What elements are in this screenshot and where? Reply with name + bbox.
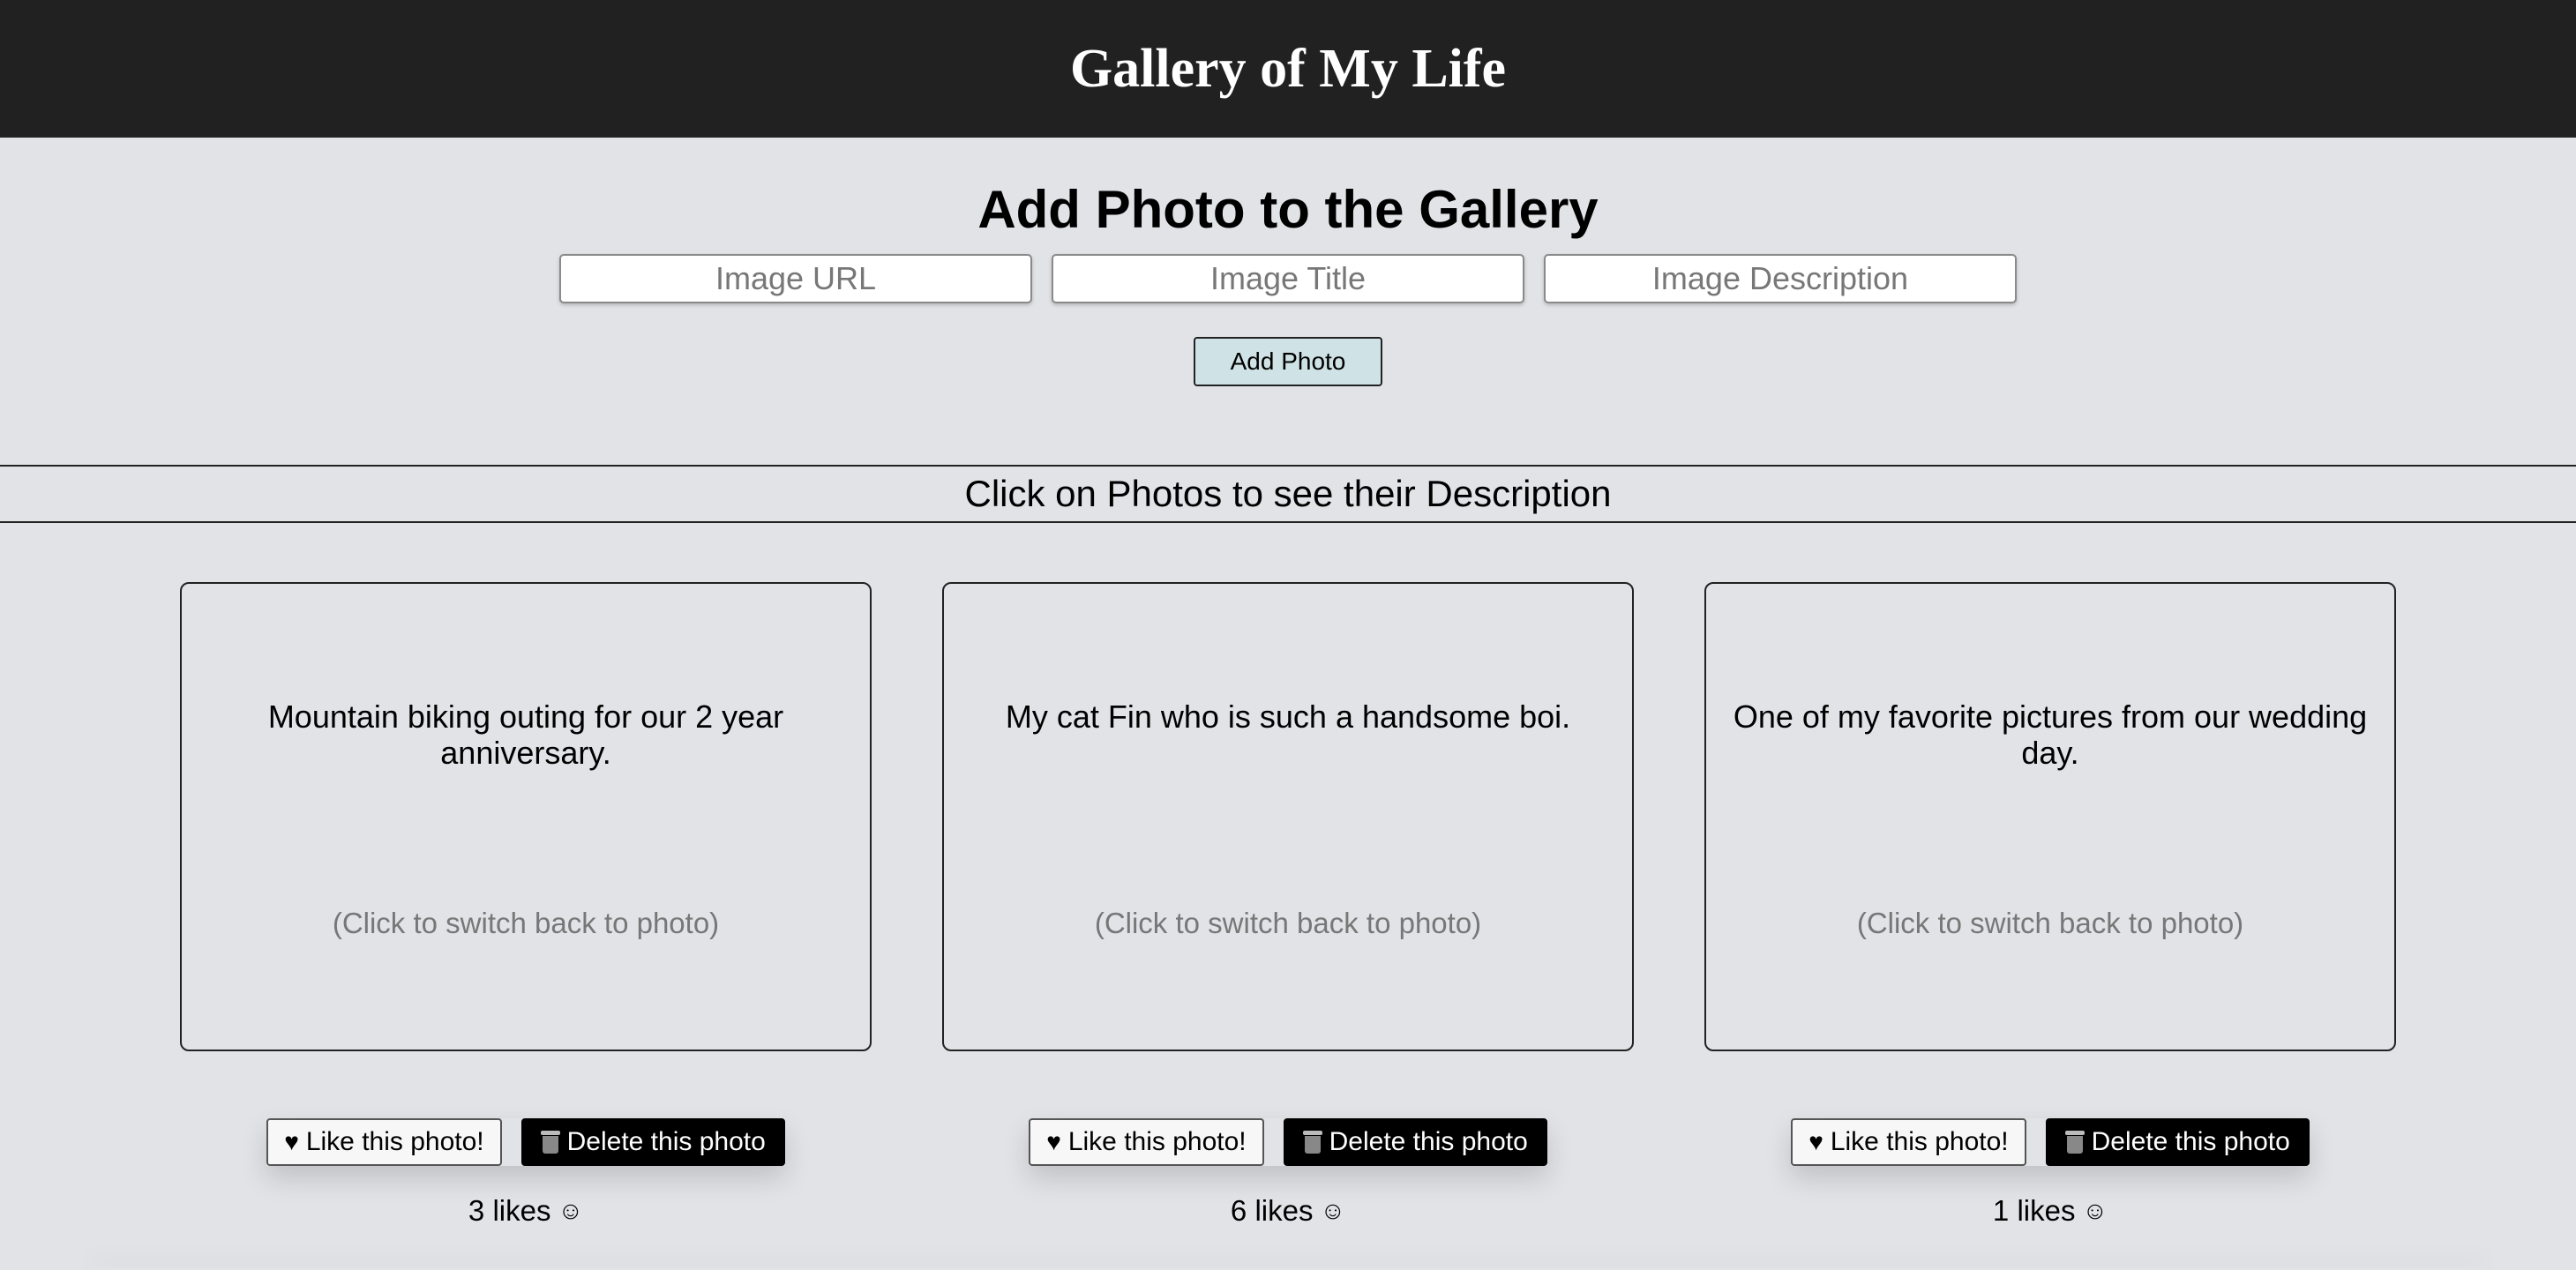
like-count-text: 3 likes xyxy=(468,1194,551,1227)
trash-icon xyxy=(540,1131,560,1154)
photo-item: Mountain biking outing for our 2 year an… xyxy=(180,582,872,1228)
page-title: Gallery of My Life xyxy=(1069,38,1507,99)
like-button[interactable]: ♥ Like this photo! xyxy=(1791,1118,2026,1166)
like-button[interactable]: ♥ Like this photo! xyxy=(266,1118,502,1166)
delete-button-label: Delete this photo xyxy=(566,1127,766,1156)
input-row xyxy=(0,254,2576,303)
image-title-input[interactable] xyxy=(1052,254,1524,303)
site-header: Gallery of My Life xyxy=(0,0,2576,138)
photo-card[interactable]: One of my favorite pictures from our wed… xyxy=(1704,582,2396,1051)
photo-actions: ♥ Like this photo! Delete this photo xyxy=(1029,1118,1547,1166)
heart-icon: ♥ xyxy=(1046,1128,1061,1155)
add-photo-form: Add Photo to the Gallery Add Photo xyxy=(0,138,2576,386)
photo-description: My cat Fin who is such a handsome boi. xyxy=(1005,698,1571,735)
photo-description: Mountain biking outing for our 2 year an… xyxy=(267,698,784,771)
like-count: 3 likes ☺ xyxy=(468,1194,583,1228)
like-button-label: Like this photo! xyxy=(305,1127,484,1156)
like-button-label: Like this photo! xyxy=(1830,1127,2009,1156)
like-count-text: 1 likes xyxy=(1992,1194,2076,1227)
like-button-label: Like this photo! xyxy=(1067,1127,1247,1156)
photo-item: One of my favorite pictures from our wed… xyxy=(1704,582,2396,1228)
photo-card[interactable]: Mountain biking outing for our 2 year an… xyxy=(180,582,872,1051)
photo-actions: ♥ Like this photo! Delete this photo xyxy=(266,1118,785,1166)
add-photo-button[interactable]: Add Photo xyxy=(1194,337,1382,386)
like-button[interactable]: ♥ Like this photo! xyxy=(1029,1118,1264,1166)
photo-description: One of my favorite pictures from our wed… xyxy=(1733,698,2368,771)
heart-icon: ♥ xyxy=(1808,1128,1823,1155)
switch-back-hint: (Click to switch back to photo) xyxy=(332,907,720,939)
delete-button[interactable]: Delete this photo xyxy=(1283,1118,1547,1166)
photo-item: My cat Fin who is such a handsome boi. (… xyxy=(942,582,1634,1228)
delete-button[interactable]: Delete this photo xyxy=(2045,1118,2310,1166)
photo-card[interactable]: My cat Fin who is such a handsome boi. (… xyxy=(942,582,1634,1051)
trash-icon xyxy=(1302,1131,1322,1154)
trash-icon xyxy=(2064,1131,2085,1154)
photo-actions: ♥ Like this photo! Delete this photo xyxy=(1791,1118,2310,1166)
delete-button[interactable]: Delete this photo xyxy=(520,1118,785,1166)
smile-icon: ☺ xyxy=(558,1197,584,1224)
like-count-text: 6 likes xyxy=(1230,1194,1314,1227)
like-count: 6 likes ☺ xyxy=(1231,1194,1345,1228)
heart-icon: ♥ xyxy=(284,1128,299,1155)
image-url-input[interactable] xyxy=(559,254,1032,303)
smile-icon: ☺ xyxy=(2082,1197,2108,1224)
image-description-input[interactable] xyxy=(1544,254,2017,303)
instructions-banner: Click on Photos to see their Description xyxy=(0,465,2576,523)
add-photo-heading: Add Photo to the Gallery xyxy=(977,180,1599,239)
photo-gallery: Mountain biking outing for our 2 year an… xyxy=(180,582,2396,1228)
add-button-wrap: Add Photo xyxy=(0,337,2576,386)
like-count: 1 likes ☺ xyxy=(1993,1194,2108,1228)
switch-back-hint: (Click to switch back to photo) xyxy=(1094,907,1482,939)
smile-icon: ☺ xyxy=(1320,1197,1346,1224)
delete-button-label: Delete this photo xyxy=(1329,1127,1528,1156)
delete-button-label: Delete this photo xyxy=(2091,1127,2290,1156)
switch-back-hint: (Click to switch back to photo) xyxy=(1856,907,2244,939)
